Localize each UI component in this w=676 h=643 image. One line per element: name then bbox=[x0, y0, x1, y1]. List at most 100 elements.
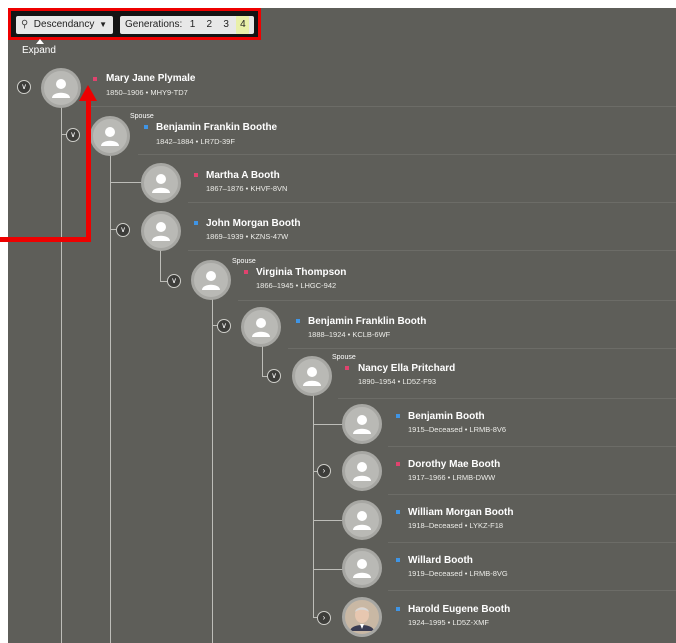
avatar[interactable] bbox=[342, 404, 382, 444]
generation-option-4[interactable]: 4 bbox=[236, 16, 250, 34]
connector-line bbox=[110, 152, 111, 643]
person-name[interactable]: Dorothy Mae Booth bbox=[408, 459, 500, 470]
gender-marker bbox=[396, 462, 400, 466]
person-silhouette-icon bbox=[101, 127, 119, 146]
gender-marker bbox=[396, 510, 400, 514]
person-detail: 1867–1876 • KHVF-8VN bbox=[206, 184, 288, 193]
person-detail: 1888–1924 • KCLB-6WF bbox=[308, 330, 391, 339]
row-separator bbox=[388, 446, 676, 447]
connector-line bbox=[110, 182, 142, 183]
person-silhouette-icon bbox=[52, 79, 70, 98]
gender-marker bbox=[194, 221, 198, 225]
person-silhouette-icon bbox=[353, 462, 371, 481]
avatar[interactable] bbox=[41, 68, 81, 108]
avatar[interactable] bbox=[90, 116, 130, 156]
avatar[interactable] bbox=[191, 260, 231, 300]
person-detail: 1850–1906 • MHY9-TD7 bbox=[106, 88, 188, 97]
collapse-toggle[interactable]: ∨ bbox=[217, 319, 231, 333]
person-name[interactable]: Benjamin Booth bbox=[408, 411, 485, 422]
gender-marker bbox=[396, 558, 400, 562]
row-separator bbox=[388, 590, 676, 591]
expand-toggle[interactable]: › bbox=[317, 611, 331, 625]
person-name[interactable]: Mary Jane Plymale bbox=[106, 73, 196, 84]
portrait-photo-icon bbox=[350, 607, 374, 631]
expand-link[interactable]: Expand bbox=[22, 45, 56, 56]
person-silhouette-icon bbox=[152, 174, 170, 193]
person-detail: 1918–Deceased • LYKZ-F18 bbox=[408, 521, 504, 530]
person-name[interactable]: Benjamin Franklin Booth bbox=[308, 316, 426, 327]
person-detail: 1917–1966 • LRMB-DWW bbox=[408, 473, 496, 482]
person-detail: 1842–1884 • LR7D-39F bbox=[156, 137, 235, 146]
connector-line bbox=[160, 248, 161, 282]
connector-line bbox=[313, 392, 314, 618]
spouse-label: Spouse bbox=[332, 354, 356, 361]
person-silhouette-icon bbox=[152, 222, 170, 241]
row-separator bbox=[338, 398, 676, 399]
row-separator bbox=[188, 250, 676, 251]
gender-marker bbox=[194, 173, 198, 177]
person-silhouette-icon bbox=[202, 271, 220, 290]
gender-marker bbox=[296, 319, 300, 323]
avatar[interactable] bbox=[141, 211, 181, 251]
connector-line bbox=[313, 569, 343, 570]
person-name[interactable]: Harold Eugene Booth bbox=[408, 604, 510, 615]
person-name[interactable]: John Morgan Booth bbox=[206, 218, 300, 229]
avatar-photo[interactable] bbox=[342, 597, 382, 637]
person-detail: 1869–1939 • KZNS-47W bbox=[206, 232, 289, 241]
gender-marker bbox=[345, 366, 349, 370]
dropdown-caret-icon: ▼ bbox=[99, 20, 107, 29]
person-detail: 1919–Deceased • LRMB-8VG bbox=[408, 569, 508, 578]
avatar[interactable] bbox=[292, 356, 332, 396]
avatar[interactable] bbox=[141, 163, 181, 203]
view-mode-label: Descendancy bbox=[33, 19, 95, 30]
person-name[interactable]: Willard Booth bbox=[408, 555, 473, 566]
person-silhouette-icon bbox=[252, 318, 270, 337]
person-name[interactable]: Nancy Ella Pritchard bbox=[358, 363, 455, 374]
gender-marker bbox=[396, 414, 400, 418]
annotation-arrow-head bbox=[79, 85, 97, 101]
generations-label: Generations: bbox=[125, 19, 183, 30]
connector-line bbox=[313, 520, 343, 521]
avatar[interactable] bbox=[342, 500, 382, 540]
generation-option-2[interactable]: 2 bbox=[203, 16, 216, 34]
collapse-toggle[interactable]: ∨ bbox=[66, 128, 80, 142]
collapse-toggle[interactable]: ∨ bbox=[267, 369, 281, 383]
connector-line bbox=[313, 424, 343, 425]
row-separator bbox=[288, 348, 676, 349]
gender-marker bbox=[144, 125, 148, 129]
gender-marker bbox=[93, 77, 97, 81]
connector-line bbox=[212, 296, 213, 643]
connector-line bbox=[262, 344, 263, 376]
expand-toggle[interactable]: › bbox=[317, 464, 331, 478]
person-name[interactable]: Virginia Thompson bbox=[256, 267, 346, 278]
collapse-toggle[interactable]: ∨ bbox=[17, 80, 31, 94]
row-separator bbox=[188, 202, 676, 203]
person-name[interactable]: William Morgan Booth bbox=[408, 507, 513, 518]
person-detail: 1866–1945 • LHGC-942 bbox=[256, 281, 337, 290]
row-separator bbox=[88, 106, 676, 107]
row-separator bbox=[388, 542, 676, 543]
row-separator bbox=[238, 300, 676, 301]
generation-option-1[interactable]: 1 bbox=[186, 16, 199, 34]
avatar[interactable] bbox=[342, 451, 382, 491]
person-silhouette-icon bbox=[353, 415, 371, 434]
row-separator bbox=[138, 154, 676, 155]
collapse-toggle[interactable]: ∨ bbox=[116, 223, 130, 237]
connector-line bbox=[61, 104, 62, 643]
tree-icon: ⚲ bbox=[21, 19, 29, 30]
gender-marker bbox=[244, 270, 248, 274]
gender-marker bbox=[396, 607, 400, 611]
expand-caret-icon bbox=[36, 39, 44, 44]
avatar[interactable] bbox=[342, 548, 382, 588]
view-mode-dropdown[interactable]: ⚲ Descendancy ▼ bbox=[16, 16, 113, 34]
spouse-label: Spouse bbox=[232, 258, 256, 265]
person-name[interactable]: Martha A Booth bbox=[206, 170, 280, 181]
person-name[interactable]: Benjamin Frankin Boothe bbox=[156, 122, 277, 133]
generation-option-3[interactable]: 3 bbox=[220, 16, 233, 34]
person-silhouette-icon bbox=[353, 511, 371, 530]
spouse-label: Spouse bbox=[130, 113, 154, 120]
avatar[interactable] bbox=[241, 307, 281, 347]
row-separator bbox=[388, 494, 676, 495]
person-detail: 1924–1995 • LD5Z-XMF bbox=[408, 618, 490, 627]
collapse-toggle[interactable]: ∨ bbox=[167, 274, 181, 288]
